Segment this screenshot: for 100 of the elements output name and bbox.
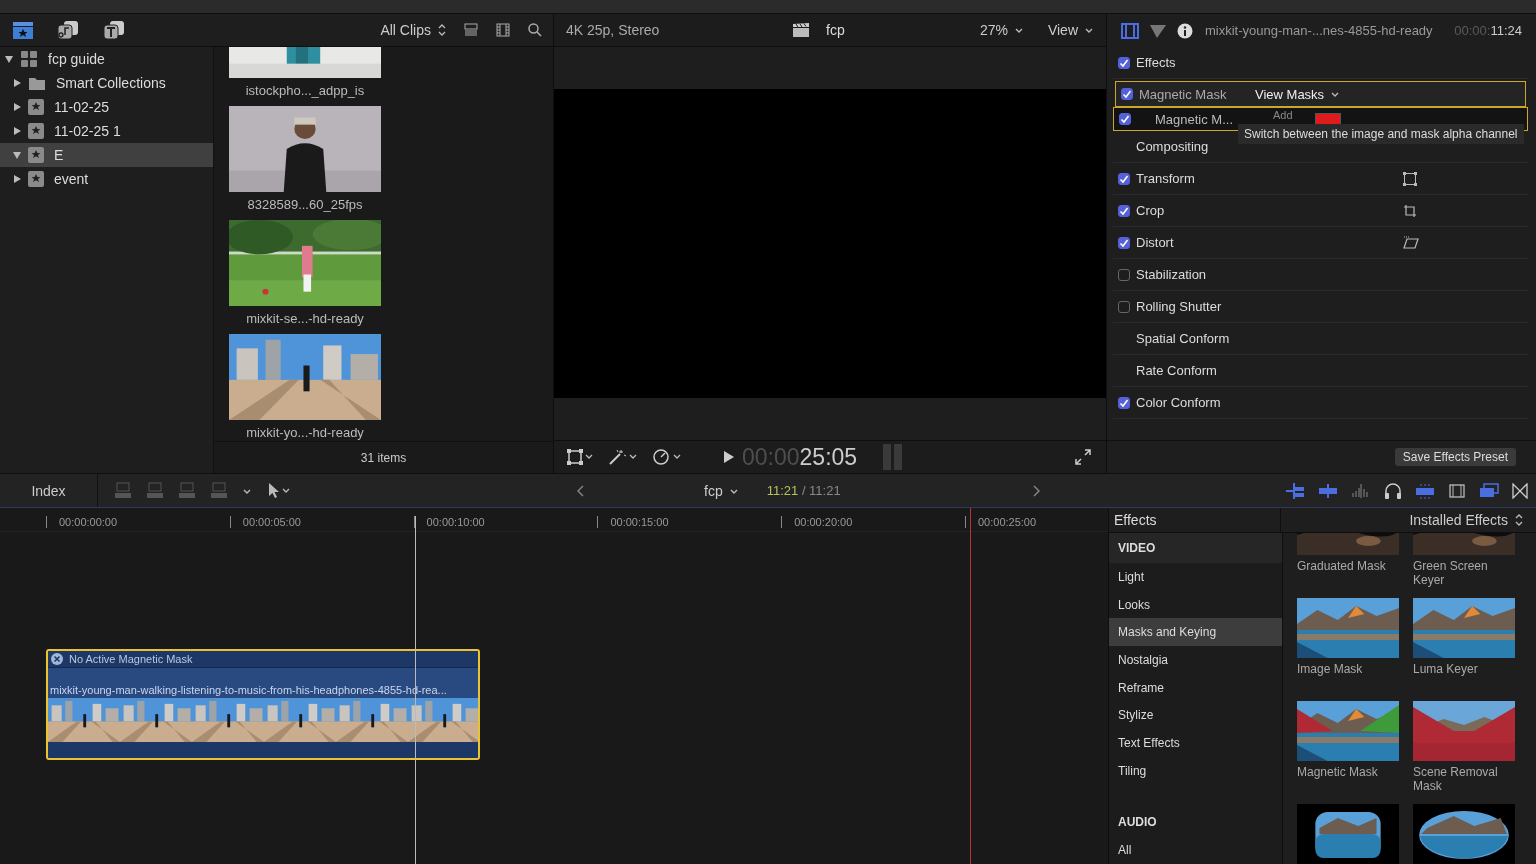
timeline-duration: 11:21 / 11:21 [766, 483, 841, 498]
event-icon [28, 123, 44, 139]
sidebar-item[interactable]: 11-02-25 1 [0, 119, 213, 143]
checkbox[interactable] [1118, 172, 1130, 185]
color-swatch[interactable] [1314, 113, 1341, 125]
category-item[interactable]: Light [1109, 563, 1282, 591]
collapsed-icon[interactable] [12, 174, 22, 184]
sidebar-item[interactable]: fcp guide [0, 47, 213, 71]
checkbox[interactable] [1118, 56, 1130, 69]
effect-label: Spatial Conform [1136, 331, 1230, 346]
collapsed-icon[interactable] [12, 102, 22, 112]
clip-name: mixkit-young-man-...nes-4855-hd-ready [1205, 23, 1433, 38]
event-icon [28, 171, 44, 187]
effect-name: Scene Removal Mask [1413, 765, 1499, 793]
filmstrip-icon[interactable] [495, 22, 511, 38]
filter-icon[interactable] [1149, 22, 1167, 39]
checkmark-icon [1119, 57, 1129, 68]
category-heading[interactable]: VIDEO [1109, 533, 1282, 563]
effect-name: Luma Keyer [1413, 662, 1479, 676]
ruler-label: 00:00:10:00 [426, 516, 485, 528]
view-menu[interactable]: View [1047, 22, 1094, 38]
category-item[interactable]: Masks and Keying [1109, 618, 1282, 647]
transform-tool-icon[interactable] [566, 448, 594, 466]
snapping-icon[interactable] [1285, 482, 1305, 499]
checkmark-icon [1120, 114, 1130, 124]
checkbox[interactable] [1118, 204, 1130, 217]
effects-filter-menu[interactable]: Installed Effects [1409, 512, 1536, 528]
timecode-display: 00:0025:05 [742, 443, 858, 471]
project-menu[interactable]: fcp [704, 482, 739, 499]
clapper-icon [792, 22, 810, 38]
crop-overlay-icon[interactable] [1403, 203, 1417, 218]
effect-label: Crop [1136, 203, 1165, 218]
collapsed-icon[interactable] [12, 78, 22, 88]
category-heading[interactable]: AUDIO [1109, 806, 1282, 837]
zoom-menu[interactable]: 27% [979, 22, 1024, 38]
sidebar-item[interactable]: event [0, 167, 213, 191]
checkmark-icon [1119, 205, 1129, 216]
category-item[interactable]: Nostalgia [1109, 646, 1282, 674]
sidebar-item[interactable]: E [0, 143, 213, 167]
effect-label: Color Conform [1136, 395, 1221, 410]
pointer-tool-icon[interactable] [266, 482, 292, 499]
effects-browser-icon[interactable] [1479, 482, 1499, 499]
effect-label: Distort [1136, 235, 1174, 250]
checkbox[interactable] [1118, 268, 1130, 281]
effect-label: Stabilization [1136, 267, 1207, 282]
ruler-label: 00:00:25:00 [978, 516, 1037, 528]
clip-name: istockpho..._adpp_is [245, 83, 365, 98]
transform-overlay-icon[interactable] [1403, 171, 1417, 186]
up-down-arrows-icon [1514, 513, 1524, 527]
category-item[interactable]: Tiling [1109, 756, 1282, 785]
checkbox[interactable] [1119, 113, 1131, 125]
clip-appearance-icon[interactable] [1448, 482, 1466, 499]
skimming-icon[interactable] [1318, 482, 1338, 499]
headphones-icon[interactable] [1384, 482, 1402, 499]
effect-label: Compositing [1136, 139, 1209, 154]
effect-name: Green Screen Keyer [1413, 559, 1489, 587]
clip-name: 8328589...60_25fps [247, 197, 363, 212]
ruler-label: 00:00:20:00 [794, 516, 853, 528]
list-view-icon[interactable] [463, 22, 479, 38]
magic-wand-icon[interactable] [608, 448, 638, 466]
close-icon[interactable] [51, 653, 63, 665]
expanded-icon[interactable] [12, 150, 22, 160]
category-item[interactable]: Stylize [1109, 701, 1282, 730]
fullscreen-icon[interactable] [1074, 448, 1092, 466]
distort-overlay-icon[interactable] [1403, 235, 1419, 250]
titles-icon[interactable] [102, 20, 126, 40]
checkbox[interactable] [1121, 88, 1133, 100]
folder-icon [28, 75, 46, 91]
collapsed-icon[interactable] [12, 126, 22, 136]
video-format: 4K 25p, Stereo [566, 22, 661, 38]
checkbox[interactable] [1118, 236, 1130, 249]
play-icon[interactable] [722, 450, 734, 464]
search-icon[interactable] [527, 22, 543, 38]
effect-name: Graduated Mask [1297, 559, 1387, 573]
clip-filter-menu[interactable]: All Clips [380, 22, 447, 38]
info-icon[interactable] [1177, 22, 1193, 39]
save-preset-button[interactable]: Save Effects Preset [1394, 448, 1516, 466]
effect-label: Rate Conform [1136, 363, 1217, 378]
video-inspector-icon[interactable] [1121, 22, 1139, 39]
effect-label: Rolling Shutter [1136, 299, 1222, 314]
sidebar-item[interactable]: 11-02-25 [0, 95, 213, 119]
category-item[interactable]: Text Effects [1109, 729, 1282, 757]
back-icon[interactable] [576, 484, 586, 497]
photos-audio-icon[interactable] [56, 20, 80, 40]
transitions-icon[interactable] [1512, 482, 1528, 499]
effect-name: Image Mask [1297, 662, 1364, 676]
category-item[interactable]: Reframe [1109, 673, 1282, 702]
checkbox[interactable] [1118, 300, 1130, 313]
category-item[interactable]: Looks [1109, 590, 1282, 619]
speed-gauge-icon[interactable] [652, 448, 682, 466]
index-button[interactable]: Index [0, 474, 98, 507]
up-down-arrows-icon [437, 23, 447, 37]
sidebar-item[interactable]: Smart Collections [0, 71, 213, 95]
category-item[interactable]: All [1109, 836, 1282, 864]
view-masks-menu[interactable]: View Masks [1255, 86, 1341, 102]
libraries-icon[interactable] [12, 20, 34, 40]
solo-icon[interactable] [1415, 482, 1435, 499]
add-button[interactable]: Add [1273, 109, 1293, 121]
expanded-icon[interactable] [4, 54, 14, 64]
checkbox[interactable] [1118, 396, 1130, 409]
